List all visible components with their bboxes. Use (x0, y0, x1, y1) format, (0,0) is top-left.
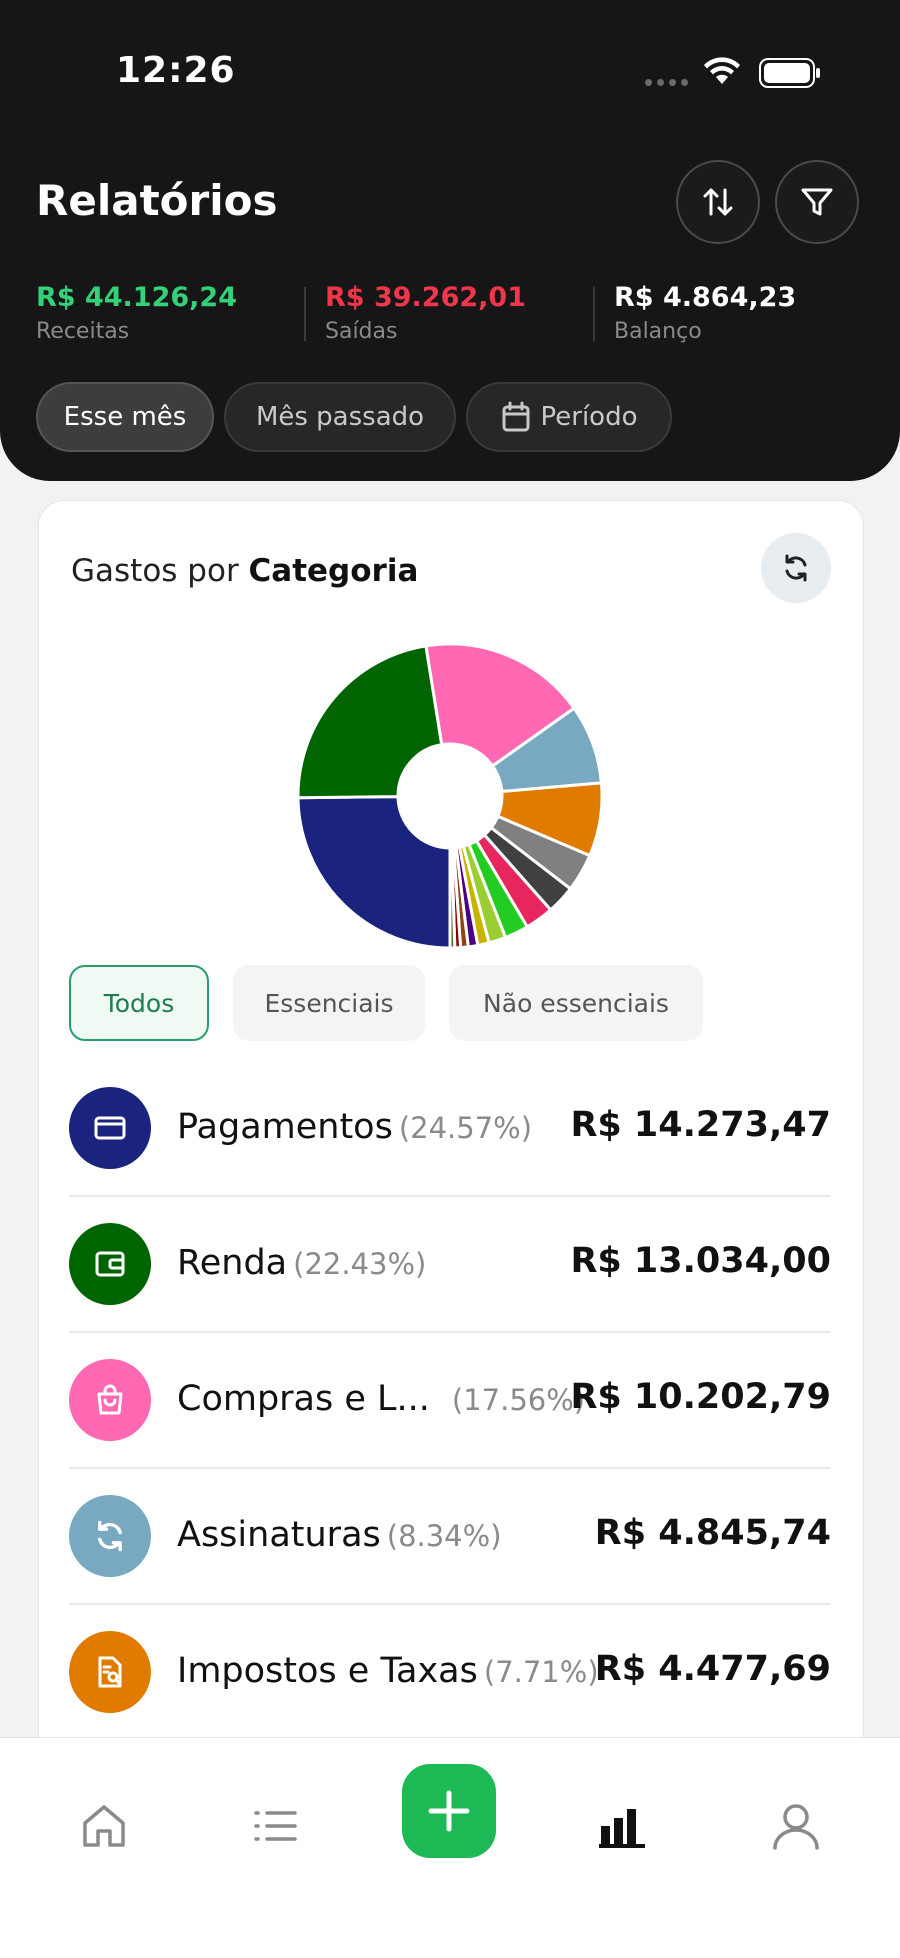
income-value: R$ 44.126,24 (36, 282, 237, 313)
refresh-icon (785, 554, 807, 582)
category-name: Pagamentos (24.57%) (177, 1107, 533, 1147)
sort-button[interactable] (676, 160, 760, 244)
reports-icon (599, 1809, 645, 1848)
divider (593, 287, 595, 341)
category-percent: (8.34%) (386, 1519, 502, 1553)
home-icon (83, 1805, 125, 1847)
shopping-bag-icon (69, 1359, 151, 1441)
category-amount: R$ 10.202,79 (570, 1377, 831, 1417)
period-this-month-label: Esse mês (63, 402, 187, 432)
period-last-month[interactable]: Mês passado (224, 382, 456, 452)
category-percent: (24.57%) (398, 1111, 533, 1145)
category-percent: (22.43%) (293, 1247, 427, 1281)
tab-home[interactable] (64, 1786, 144, 1866)
period-this-month[interactable]: Esse mês (36, 382, 214, 452)
add-icon (428, 1790, 470, 1832)
category-row-subscriptions[interactable]: Assinaturas (8.34%) R$ 4.845,74 (69, 1469, 831, 1605)
expenses-label: Saídas (325, 319, 398, 344)
category-row-taxes[interactable]: Impostos e Taxas (7.71%) R$ 4.477,69 (69, 1605, 831, 1741)
category-amount: R$ 4.845,74 (594, 1513, 831, 1553)
category-list: Pagamentos (24.57%) R$ 14.273,47 Renda (22… (69, 1061, 831, 1741)
header: 12:26 Relatórios R$ 44.126,24 Receitas R… (0, 0, 900, 481)
card-title: Gastos por Categoria (71, 553, 418, 589)
category-percent: (7.71%) (483, 1655, 599, 1689)
divider (304, 287, 306, 341)
period-custom-label: Período (540, 402, 638, 432)
chart-slice (296, 644, 444, 800)
filter-all-label: Todos (103, 988, 175, 1018)
filter-icon (801, 188, 833, 216)
category-amount: R$ 14.273,47 (570, 1105, 831, 1145)
signal-icon (645, 79, 688, 86)
category-row-payments[interactable]: Pagamentos (24.57%) R$ 14.273,47 (69, 1061, 831, 1197)
wallet-icon (69, 1223, 151, 1305)
bottom-tab-bar (0, 1737, 900, 1958)
category-donut-chart (296, 642, 604, 950)
tab-profile[interactable] (756, 1786, 836, 1866)
balance-label: Balanço (614, 319, 702, 344)
card-title-bold: Categoria (248, 553, 419, 589)
income-label: Receitas (36, 319, 130, 344)
battery-icon (759, 58, 820, 88)
filter-non-essential[interactable]: Não essenciais (449, 965, 703, 1041)
category-name: Assinaturas (8.34%) (177, 1515, 502, 1555)
tab-reports[interactable] (582, 1786, 662, 1866)
tax-document-icon (69, 1631, 151, 1713)
category-amount: R$ 4.477,69 (594, 1649, 831, 1689)
list-icon (254, 1811, 297, 1841)
calendar-icon (502, 401, 529, 432)
tab-transactions[interactable] (236, 1786, 316, 1866)
profile-icon (773, 1804, 819, 1850)
filter-button[interactable] (775, 160, 859, 244)
category-percent: (17.56%) (451, 1383, 586, 1417)
category-name: Impostos e Taxas (7.71%) (177, 1651, 599, 1691)
refresh-button[interactable] (761, 533, 831, 603)
period-last-month-label: Mês passado (255, 402, 425, 432)
add-transaction-button[interactable] (402, 1764, 496, 1858)
subscription-icon (69, 1495, 151, 1577)
category-row-shopping[interactable]: Compras e L... (17.56%) R$ 10.202,79 (69, 1333, 831, 1469)
card-icon (69, 1087, 151, 1169)
page-title: Relatórios (36, 176, 278, 225)
expenses-value: R$ 39.262,01 (325, 282, 526, 313)
balance-summary: R$ 4.864,23 Balanço (614, 282, 796, 344)
filter-non-essential-label: Não essenciais (483, 988, 669, 1018)
category-amount: R$ 13.034,00 (570, 1241, 831, 1281)
wifi-icon (704, 57, 740, 84)
card-title-prefix: Gastos por (71, 553, 249, 589)
sort-arrows-icon (703, 188, 733, 216)
chart-slice (296, 795, 452, 950)
balance-value: R$ 4.864,23 (614, 282, 797, 313)
filter-all[interactable]: Todos (69, 965, 209, 1041)
income-summary: R$ 44.126,24 Receitas (36, 282, 237, 344)
filter-essential[interactable]: Essenciais (233, 965, 425, 1041)
category-row-income[interactable]: Renda (22.43%) R$ 13.034,00 (69, 1197, 831, 1333)
category-name: Compras e L... (17.56%) (177, 1379, 586, 1419)
period-custom[interactable]: Período (466, 382, 672, 452)
filter-essential-label: Essenciais (264, 988, 394, 1018)
category-name: Renda (22.43%) (177, 1243, 427, 1283)
expenses-summary: R$ 39.262,01 Saídas (325, 282, 526, 344)
category-spending-card: Gastos por Categoria Todos Essenciais Nã… (38, 500, 864, 1822)
status-time: 12:26 (116, 50, 236, 91)
